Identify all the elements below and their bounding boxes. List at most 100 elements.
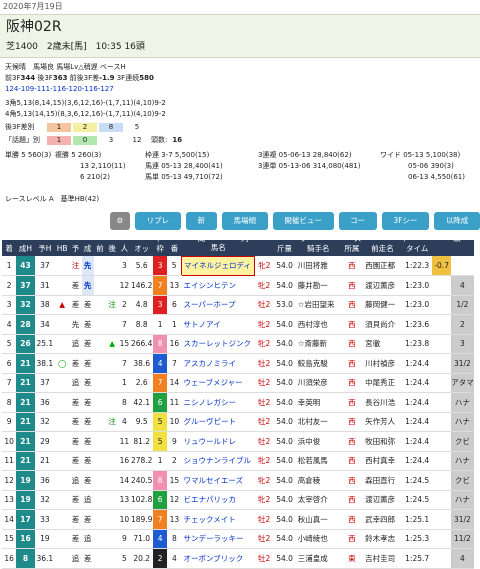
table-row[interactable]: 1 43 37 注先 3 5.6 3 5 マイネルジェロディ 牝2 54.0 川田将雅西西園正都 1:2…	[2, 255, 474, 276]
column-header[interactable]: 番	[167, 240, 182, 256]
table-cell[interactable]: オーボンブリック	[181, 548, 255, 569]
table-cell: 54.0	[273, 256, 296, 276]
column-header[interactable]: 着	[2, 240, 17, 256]
race-subtitle: 芝1400 2歳未[馬] 10:35 16頭	[6, 42, 145, 52]
column-header[interactable]: 成H	[16, 240, 35, 256]
column-header[interactable]: 予H	[34, 240, 56, 256]
table-cell: 西村真幸	[363, 451, 402, 471]
table-cell[interactable]: マイネルジェロディ	[180, 255, 256, 276]
table-cell: 1:24.5	[401, 470, 433, 491]
column-header[interactable]: タイム	[401, 240, 433, 256]
table-cell: 8	[152, 470, 168, 491]
column-header[interactable]: 人	[118, 240, 131, 256]
table-cell: 7	[118, 314, 131, 335]
table-cell: 12	[167, 490, 182, 510]
table-cell: 牡2	[254, 353, 274, 374]
column-header[interactable]: 後	[106, 240, 119, 256]
table-row[interactable]: 8 21 36 差差 8 42.1 6 11 ニシノレガシー 牡2 54.0 幸英明西長谷川浩 1:24…	[2, 392, 474, 413]
table-cell: ハナ	[450, 392, 474, 413]
table-row[interactable]: 3 32 38 ▲ 差差注 2 4.8 3 6 スーパーホープ 牡2 53.0 ☆岩田望来西藤岡健一 1:…	[2, 295, 474, 315]
table-cell: 牡2	[254, 412, 274, 432]
table-cell	[432, 470, 451, 491]
column-header[interactable]: 前走名	[363, 240, 402, 256]
table-cell: 32	[16, 295, 35, 315]
table-cell: 3	[118, 256, 131, 276]
table-row[interactable]: 2 37 31 差先 12 146.2 7 13 エイシンヒテン 牝2 54.0 藤井勘一西渡辺薫彦 1…	[2, 275, 474, 296]
table-cell: 20.2	[130, 548, 153, 569]
table-cell: 渡辺薫彦	[363, 490, 402, 510]
table-row[interactable]: 10 21 29 差差 11 81.2 5 9 リュウールドレ 牡2 54.0 浜中俊西牧田和弥 1:2…	[2, 431, 474, 452]
table-cell	[55, 509, 70, 530]
table-cell	[106, 275, 119, 296]
table-cell: 太宰啓介	[295, 490, 341, 510]
table-cell: 秋山真一	[295, 509, 341, 530]
table-cell: 北村友一	[295, 412, 341, 432]
column-header[interactable]: オッ	[130, 240, 153, 256]
table-cell: 5.6	[130, 256, 153, 276]
table-cell: 54.0	[273, 431, 296, 452]
table-cell[interactable]: ビエナパリッカ	[181, 490, 255, 510]
table-cell[interactable]: ニシノレガシー	[181, 392, 255, 413]
table-cell: 差	[69, 431, 82, 452]
column-header[interactable]	[432, 240, 451, 256]
table-row[interactable]: 7 21 37 追差 1 2.6 7 14 ウェーブメジャー 牡2 54.0 川須栄彦西中尾秀正 1:2…	[2, 373, 474, 393]
column-header[interactable]: 予	[69, 240, 82, 256]
table-cell: 1:23.0	[401, 275, 433, 296]
column-header[interactable]: HB	[55, 240, 70, 256]
table-cell: ▲	[106, 334, 119, 354]
table-cell: 追	[81, 490, 94, 510]
table-cell: 差	[81, 548, 94, 569]
table-cell[interactable]: サトノアイ	[181, 314, 255, 335]
column-header[interactable]: 成	[81, 240, 94, 256]
table-cell	[432, 509, 451, 530]
table-cell[interactable]: アスカノミライ	[181, 353, 255, 374]
table-cell[interactable]: ウェーブメジャー	[181, 373, 255, 393]
table-cell: 川須栄彦	[295, 373, 341, 393]
column-header[interactable]: 前	[93, 240, 107, 256]
table-row[interactable]: 6 21 38.1 ◯ 差差 7 38.6 4 7 アスカノミライ 牡2 54.0 鮫島克駿西川村禎彦 1…	[2, 353, 474, 374]
table-cell[interactable]: スーパーホープ	[181, 295, 255, 315]
table-cell: ☆岩田望来	[295, 295, 341, 315]
table-cell: 1	[152, 314, 168, 335]
table-cell[interactable]: ワマルセイエーズ	[181, 470, 255, 491]
table-cell[interactable]: チェックメイト	[181, 509, 255, 530]
table-cell: 川田将雅	[295, 256, 341, 276]
table-cell[interactable]: スカーレットジンク	[181, 334, 255, 354]
table-cell: 54.0	[273, 451, 296, 471]
table-row[interactable]: 9 21 32 差差注 4 9.5 5 10 グルーヴピート 牡2 54.0 北村友一西矢作芳人 1:2…	[2, 412, 474, 432]
table-cell: 10	[167, 412, 182, 432]
table-cell[interactable]: グルーヴピート	[181, 412, 255, 432]
table-cell: 8	[118, 392, 131, 413]
table-row[interactable]: 15 16 19 差追 9 71.0 4 8 サンデーラッキー 牡2 54.0 小崎綾也西鈴木孝志 1:…	[2, 529, 474, 549]
table-row[interactable]: 13 19 32 差追 13 102.8 6 12 ビエナパリッカ 牝2 54.0 太宰啓介西渡辺薫彦…	[2, 490, 474, 510]
table-cell: 8	[167, 529, 182, 549]
table-cell: 2	[2, 275, 17, 296]
table-cell[interactable]: エイシンヒテン	[181, 275, 255, 296]
table-cell: 21	[34, 451, 56, 471]
table-cell: ◯	[55, 353, 70, 374]
table-row[interactable]: 12 19 36 追差 14 240.5 8 15 ワマルセイエーズ 牝2 54.0 高倉稜西森田直行…	[2, 470, 474, 491]
table-cell[interactable]: サンデーラッキー	[181, 529, 255, 549]
table-row[interactable]: 11 21 21 差差 16 278.2 1 2 ショウナンライブル 牝2 54.0 松若風馬西西村真…	[2, 451, 474, 471]
table-cell[interactable]: ショウナンライブル	[181, 451, 255, 471]
table-cell: 8	[152, 334, 168, 354]
table-cell: 13	[2, 490, 17, 510]
table-cell	[55, 314, 70, 335]
column-header[interactable]	[254, 240, 274, 256]
column-header[interactable]: 斤量	[273, 240, 296, 256]
table-cell: 54.0	[273, 529, 296, 549]
table-cell	[93, 470, 107, 491]
table-cell: 38.6	[130, 353, 153, 374]
table-row[interactable]: 14 17 33 差差 10 189.9 7 13 チェックメイト 牡2 54.0 秋山真一西武幸四郎…	[2, 509, 474, 530]
table-cell: 牝2	[254, 314, 274, 335]
table-cell: 牝2	[254, 451, 274, 471]
table-cell: 浜中俊	[295, 431, 341, 452]
table-cell[interactable]: リュウールドレ	[181, 431, 255, 452]
table-row[interactable]: 5 26 25.1 追差 ▲ 15 266.4 8 16 スカーレットジンク 牝2 54.0 ☆斎藤新西…	[2, 334, 474, 354]
table-cell: 43	[16, 256, 35, 276]
table-cell: 9	[2, 412, 17, 432]
table-cell: 藤岡健一	[363, 295, 402, 315]
table-cell	[432, 314, 451, 335]
table-row[interactable]: 16 8 36.1 追差 5 20.2 2 4 オーボンブリック 牡2 54.0 三浦皇成東吉村圭司 1…	[2, 548, 474, 569]
table-row[interactable]: 4 28 34 先差 7 8.8 1 1 サトノアイ 牝2 54.0 西村淳也西須貝尚介 1:23.6 2	[2, 314, 474, 335]
